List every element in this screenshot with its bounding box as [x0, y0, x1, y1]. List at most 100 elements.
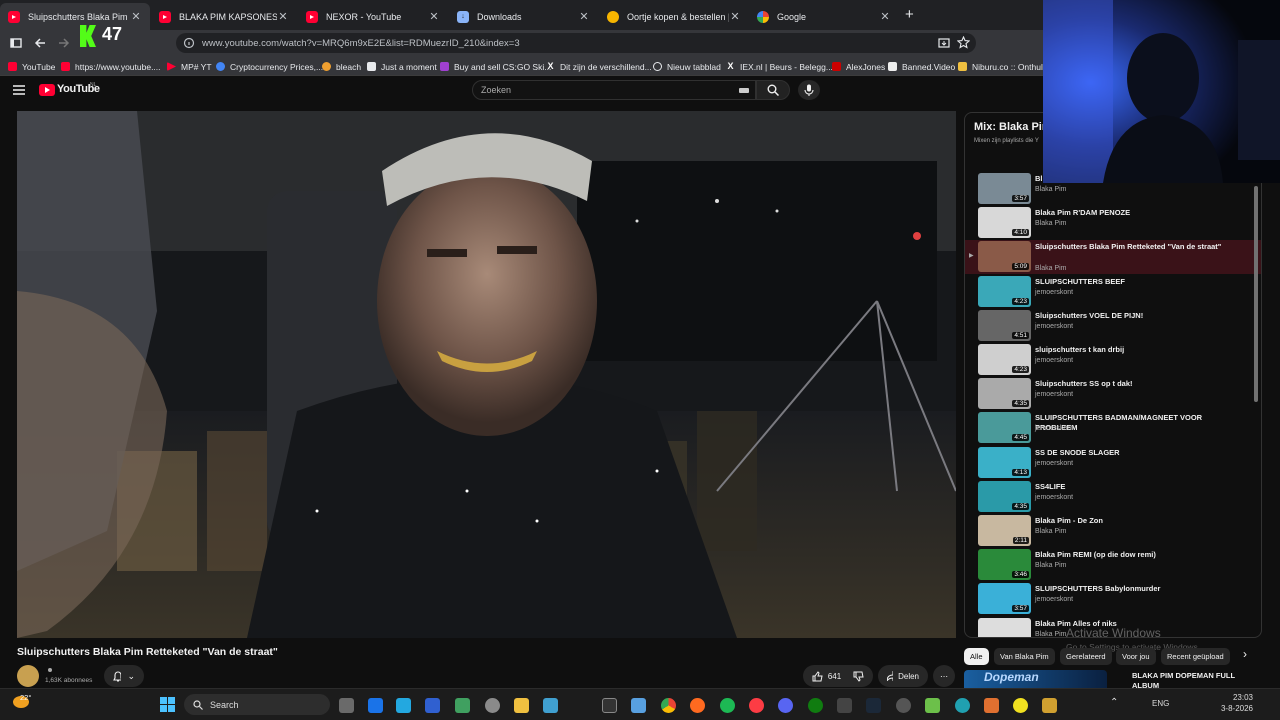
settings-icon[interactable]: [485, 698, 500, 713]
chips-next-icon[interactable]: ›: [1243, 647, 1247, 661]
bookmark-item[interactable]: YouTube: [8, 60, 55, 73]
tab-2[interactable]: BLAKA PIM KAPSONES - Yo ✕: [151, 3, 297, 30]
playlist-item[interactable]: 4:23 SLUIPSCHUTTERS BEEF jemoerskont: [965, 275, 1261, 309]
channel-avatar[interactable]: [17, 665, 39, 687]
more-actions-button[interactable]: ⋯: [933, 665, 955, 687]
bookmark-item[interactable]: Cryptocurrency Prices,...: [216, 60, 323, 73]
bookmark-item[interactable]: X Dit zijn de verschillend...: [546, 60, 651, 73]
app-icon[interactable]: [1013, 698, 1028, 713]
recommended-thumbnail[interactable]: Dopeman: [964, 670, 1107, 688]
subscribed-bell-button[interactable]: ⌄: [104, 665, 144, 687]
outlook-icon[interactable]: [368, 698, 383, 713]
chip-all[interactable]: Alle: [964, 648, 989, 665]
bookmark-item[interactable]: Just a moment: [367, 60, 437, 73]
tab-1[interactable]: Sluipschutters Blaka Pim Re ✕: [0, 3, 150, 30]
gallery-icon[interactable]: [631, 698, 646, 713]
playlist-item[interactable]: 4:51 Sluipschutters VOEL DE PIJN! jemoersk…: [965, 309, 1261, 343]
bookmark-item[interactable]: https://www.youtube....: [61, 60, 161, 73]
playlist-item[interactable]: 4:10 Blaka Pim R'DAM PENOZE Blaka Pim: [965, 206, 1261, 240]
video-thumbnail[interactable]: 3:57: [978, 173, 1031, 204]
bookmark-item[interactable]: Niburu.co :: Onthulle: [958, 60, 1049, 73]
new-tab-button[interactable]: +: [905, 6, 914, 23]
tab-6[interactable]: Google ✕: [749, 3, 899, 30]
video-thumbnail[interactable]: 3:46: [978, 549, 1031, 581]
app-icon[interactable]: [455, 698, 470, 713]
bookmark-item[interactable]: bleach: [322, 60, 361, 73]
forward-icon[interactable]: [58, 37, 70, 49]
video-thumbnail[interactable]: [978, 617, 1031, 637]
playlist-item[interactable]: 4:23 sluipschutters t kan drbij jemoerskon…: [965, 343, 1261, 377]
close-icon[interactable]: ✕: [879, 10, 891, 23]
thumbs-up-icon[interactable]: [812, 670, 823, 682]
share-button[interactable]: Delen: [878, 665, 928, 687]
bookmark-item[interactable]: MP# YT: [167, 60, 212, 73]
recommended-title[interactable]: BLAKA PIM DOPEMAN FULL ALBUM: [1132, 671, 1242, 688]
app-icon[interactable]: [984, 698, 999, 713]
youtube-logo-icon[interactable]: [39, 84, 55, 96]
terminal-icon[interactable]: [602, 698, 617, 713]
tab-4[interactable]: ↓ Downloads ✕: [449, 3, 598, 30]
video-thumbnail[interactable]: 4:10: [978, 207, 1031, 239]
video-thumbnail[interactable]: 3:57: [978, 583, 1031, 615]
sbo-icon[interactable]: [425, 698, 440, 713]
firefox-icon[interactable]: [690, 698, 705, 713]
video-thumbnail[interactable]: 4:23: [978, 275, 1031, 307]
video-thumbnail[interactable]: 4:13: [978, 446, 1031, 478]
playlist-item[interactable]: 2:11 Blaka Pim - De Zon Blaka Pim: [965, 514, 1261, 548]
bookmark-item[interactable]: X IEX.nl | Beurs - Belegg...: [726, 60, 832, 73]
taskbar-search[interactable]: Search: [184, 694, 330, 715]
video-thumbnail[interactable]: 4:45: [978, 412, 1031, 444]
playlist-scrollbar[interactable]: [1254, 186, 1258, 402]
bookmark-item[interactable]: Buy and sell CS:GO Ski...: [440, 60, 551, 73]
video-thumbnail[interactable]: 5:09: [978, 241, 1031, 273]
search-input[interactable]: Zoeken: [472, 80, 756, 100]
close-icon[interactable]: ✕: [130, 10, 142, 23]
video-thumbnail[interactable]: 4:35: [978, 378, 1031, 410]
xbox-icon[interactable]: [808, 698, 823, 713]
store-icon[interactable]: [543, 698, 558, 713]
site-info-icon[interactable]: [183, 37, 195, 49]
video-player[interactable]: [17, 111, 956, 638]
chip-from-channel[interactable]: Van Blaka Pim: [994, 648, 1055, 665]
chip-recent[interactable]: Recent geüpload: [1161, 648, 1230, 665]
language-indicator[interactable]: ENG: [1152, 699, 1169, 708]
video-thumbnail[interactable]: 2:11: [978, 515, 1031, 546]
menu-icon[interactable]: [13, 85, 25, 95]
app-icon[interactable]: [896, 698, 911, 713]
bookmark-item[interactable]: Banned.Video: [888, 60, 955, 73]
discord-icon[interactable]: [778, 698, 793, 713]
voice-search-button[interactable]: [798, 80, 820, 100]
video-thumbnail[interactable]: 4:23: [978, 344, 1031, 375]
close-icon[interactable]: ✕: [428, 10, 440, 23]
thumbs-down-icon[interactable]: [853, 671, 864, 682]
playlist-item[interactable]: 4:45 SLUIPSCHUTTERS BADMAN/MAGNEET VOOR P…: [965, 411, 1261, 445]
video-thumbnail[interactable]: 4:35: [978, 480, 1031, 512]
back-icon[interactable]: [34, 37, 46, 49]
bookmark-star-icon[interactable]: [957, 36, 970, 49]
tray-overflow-icon[interactable]: ⌃: [1110, 697, 1118, 708]
clock-time[interactable]: 23:03: [1231, 693, 1253, 702]
close-icon[interactable]: ✕: [729, 10, 741, 23]
bookmark-item[interactable]: Nieuw tabblad: [653, 60, 721, 73]
app-icon[interactable]: [925, 698, 940, 713]
music-icon[interactable]: [749, 698, 764, 713]
edge-icon[interactable]: [955, 698, 970, 713]
spotify-icon[interactable]: [720, 698, 735, 713]
file-explorer-icon[interactable]: [514, 698, 529, 713]
windows-start-icon[interactable]: [160, 697, 175, 712]
video-thumbnail[interactable]: 4:51: [978, 309, 1031, 341]
playlist-item[interactable]: 4:35 SS4LIFE jemoerskont: [965, 480, 1261, 514]
playlist-item[interactable]: 4:35 Sluipschutters SS op t dak! jemoersko…: [965, 377, 1261, 411]
epic-games-icon[interactable]: [837, 698, 852, 713]
close-icon[interactable]: ✕: [277, 10, 289, 23]
install-app-icon[interactable]: [938, 37, 950, 49]
steam-icon[interactable]: [866, 698, 881, 713]
search-button[interactable]: [756, 80, 790, 100]
playlist-item[interactable]: 3:57 SLUIPSCHUTTERS Babylonmurder jemoersk…: [965, 582, 1261, 616]
playlist-item[interactable]: 4:13 SS DE SNODE SLAGER jemoerskont: [965, 446, 1261, 480]
photos-icon[interactable]: [396, 698, 411, 713]
chrome-icon[interactable]: [661, 698, 676, 713]
task-view-icon[interactable]: [339, 698, 354, 713]
playlist-item[interactable]: 3:46 Blaka Pim REMI (op die dow remi) Blak…: [965, 548, 1261, 582]
chip-related[interactable]: Gerelateerd: [1060, 648, 1112, 665]
